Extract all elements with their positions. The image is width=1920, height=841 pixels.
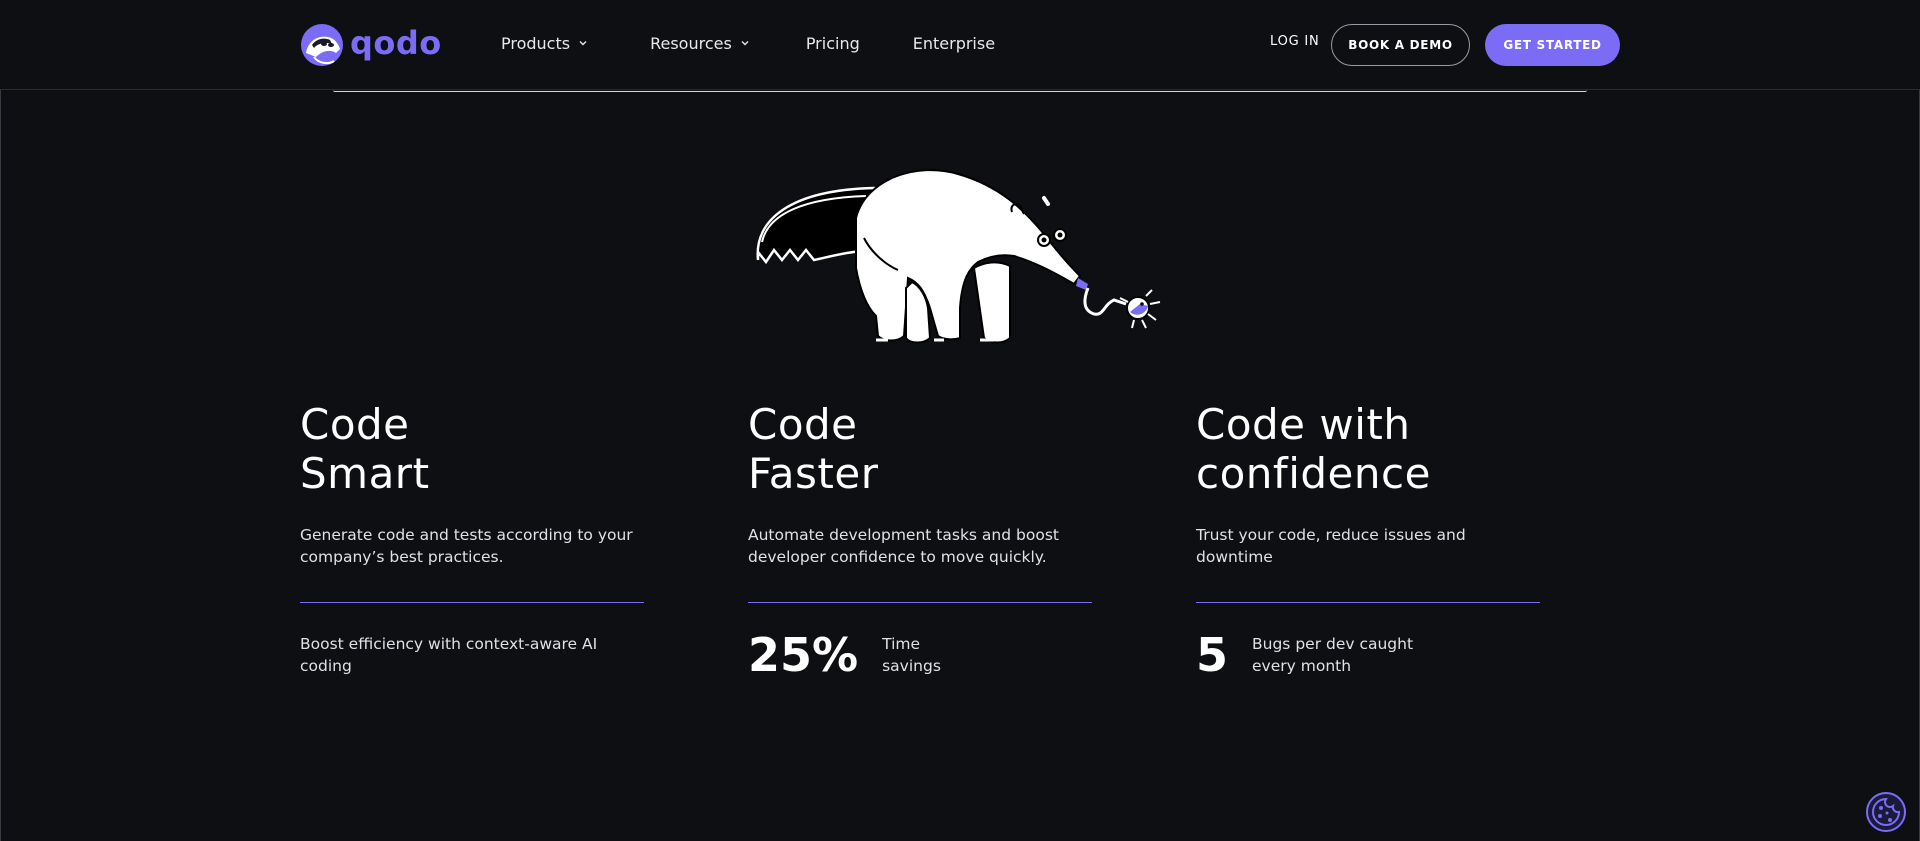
section-divider-line (333, 90, 1587, 92)
feature-description: Trust your code, reduce issues and downt… (1196, 526, 1466, 566)
chevron-down-icon (741, 41, 749, 46)
top-navigation: qodo Products Resources Pricing Enterpri… (0, 0, 1920, 90)
feature-divider (300, 602, 644, 603)
feature-stat: 5 Bugs per dev caught every month (1196, 628, 1541, 682)
feature-title-line: Faster (748, 449, 879, 498)
nav-item-label: Enterprise (912, 33, 996, 53)
book-demo-button[interactable]: BOOK A DEMO (1331, 24, 1470, 66)
feature-title-line: Code with (1196, 400, 1411, 449)
nav-item-resources[interactable]: Resources (650, 30, 750, 56)
feature-title-line: Code (748, 400, 858, 449)
feature-description: Automate development tasks and boost dev… (748, 526, 1059, 566)
qodo-logo[interactable]: qodo (300, 23, 442, 67)
nav-item-pricing[interactable]: Pricing (806, 30, 860, 56)
stat-label: Bugs per dev caught every month (1252, 635, 1414, 675)
nav-item-label: Pricing (805, 33, 860, 53)
nav-item-enterprise[interactable]: Enterprise (913, 30, 995, 56)
feature-code-with-confidence: Code with confidence Trust your code, re… (1196, 400, 1541, 682)
feature-title-line: confidence (1196, 449, 1431, 498)
feature-code-smart: Code Smart Generate code and tests accor… (300, 400, 645, 677)
stat-value: 25% (748, 628, 859, 682)
nav-item-products[interactable]: Products (501, 30, 588, 56)
feature-stat: 25% Time savings (748, 628, 1093, 682)
qodo-logo-icon (301, 24, 343, 66)
feature-title-line: Code (300, 400, 410, 449)
feature-stat: Boost efficiency with context-aware AI c… (300, 633, 645, 677)
nav-item-label: Products (501, 33, 571, 53)
stat-value: 5 (1196, 628, 1229, 682)
stat-label: Time savings (882, 635, 941, 675)
feature-title-line: Smart (300, 449, 430, 498)
anteater-illustration (756, 169, 1161, 344)
feature-divider (748, 602, 1092, 603)
logo-text: qodo (350, 24, 442, 62)
feature-title: Code Smart (300, 400, 645, 498)
nav-item-label: Resources (650, 33, 732, 53)
cookie-icon[interactable] (1866, 792, 1906, 832)
login-link[interactable]: LOG IN (1270, 34, 1320, 49)
main-menu: Products Resources Pricing Enterprise (501, 30, 995, 56)
stat-label: Boost efficiency with context-aware AI c… (300, 635, 598, 675)
feature-code-faster: Code Faster Automate development tasks a… (748, 400, 1093, 682)
feature-title: Code with confidence (1196, 400, 1541, 498)
chevron-down-icon (579, 41, 587, 46)
feature-description: Generate code and tests according to you… (300, 526, 633, 566)
feature-divider (1196, 602, 1540, 603)
feature-title: Code Faster (748, 400, 1093, 498)
get-started-button[interactable]: GET STARTED (1485, 24, 1620, 66)
